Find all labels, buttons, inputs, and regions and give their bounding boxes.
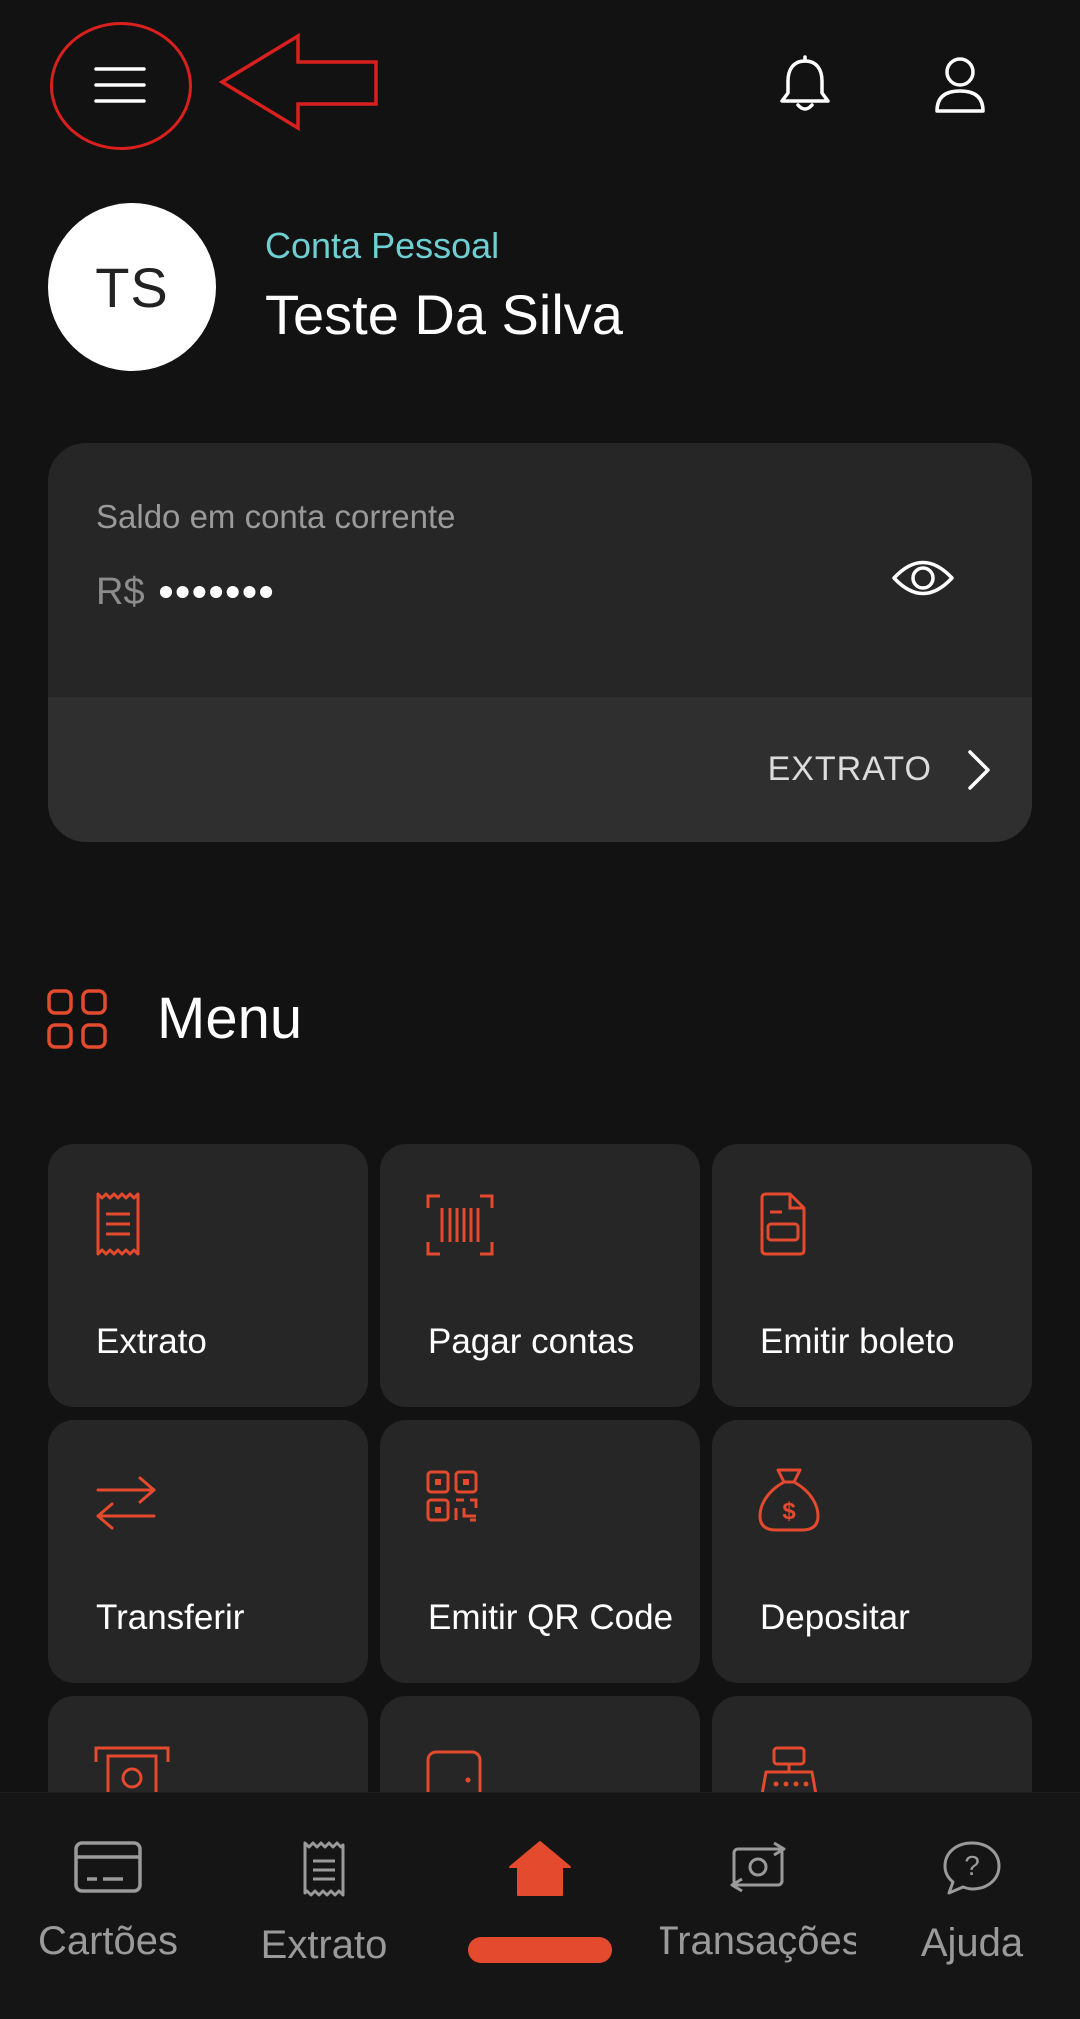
eye-icon <box>892 560 954 596</box>
menu-tile-emitir-boleto[interactable]: Emitir boleto <box>712 1144 1032 1407</box>
menu-tile-label: Extrato <box>96 1322 207 1361</box>
user-icon <box>935 57 985 113</box>
menu-tile-depositar[interactable]: $ Depositar <box>712 1420 1032 1683</box>
profile-button[interactable] <box>925 50 995 120</box>
annotation-arrow-icon <box>218 32 378 132</box>
receipt-icon <box>96 1192 140 1256</box>
extrato-link-row[interactable]: EXTRATO <box>48 697 1032 842</box>
avatar[interactable]: TS <box>48 203 216 371</box>
currency-symbol: R$ <box>96 570 145 613</box>
menu-tile-label: Emitir boleto <box>760 1322 955 1361</box>
menu-tile-label: Transferir <box>96 1598 245 1637</box>
nav-item-cartoes[interactable]: Cartões <box>28 1793 188 2019</box>
masked-balance: ••••••• <box>158 568 276 615</box>
menu-tile-transferir[interactable]: Transferir <box>48 1420 368 1683</box>
nav-label: Extrato <box>260 1923 388 1967</box>
grid-menu-icon <box>47 989 107 1049</box>
menu-tile-label: Depositar <box>760 1598 910 1637</box>
bell-icon <box>780 55 830 111</box>
toggle-balance-visibility-button[interactable] <box>878 543 968 613</box>
hamburger-menu-button[interactable] <box>70 50 170 120</box>
notifications-button[interactable] <box>770 50 840 120</box>
card-icon <box>74 1841 142 1893</box>
menu-tile-emitir-qr-code[interactable]: Emitir QR Code <box>380 1420 700 1683</box>
nav-item-transacoes[interactable]: Transações <box>660 1793 856 2019</box>
home-icon <box>509 1841 571 1896</box>
exchange-money-icon <box>730 1841 786 1893</box>
nav-label: Ajuda <box>920 1921 1024 1965</box>
active-tab-indicator <box>468 1937 612 1963</box>
nav-label: Cartões <box>37 1919 179 1963</box>
menu-title: Menu <box>157 986 303 1051</box>
menu-tile-label: Pagar contas <box>428 1322 635 1361</box>
menu-tile-pagar-contas[interactable]: Pagar contas <box>380 1144 700 1407</box>
menu-tile-label: Emitir QR Code <box>428 1598 674 1637</box>
nav-item-ajuda[interactable]: ? Ajuda <box>900 1793 1044 2019</box>
barcode-scan-icon <box>426 1194 494 1256</box>
receipt-icon <box>303 1841 345 1897</box>
nav-label: Transações <box>660 1919 856 1963</box>
menu-tile-extrato[interactable]: Extrato <box>48 1144 368 1407</box>
help-chat-icon: ? <box>943 1841 1001 1895</box>
extrato-link[interactable]: EXTRATO <box>768 750 932 789</box>
balance-label: Saldo em conta corrente <box>96 498 456 535</box>
account-holder-name: Teste Da Silva <box>265 283 623 346</box>
nav-item-home[interactable] <box>468 1793 612 2019</box>
document-icon <box>760 1192 806 1256</box>
svg-text:$: $ <box>782 1498 796 1525</box>
nav-item-extrato[interactable]: Extrato <box>244 1793 404 2019</box>
money-bag-icon: $ <box>758 1468 820 1532</box>
balance-card: Saldo em conta corrente R$ ••••••• EXTRA… <box>48 443 1032 842</box>
qr-code-icon <box>426 1470 478 1522</box>
account-type-label: Conta Pessoal <box>265 225 500 266</box>
hamburger-menu-icon <box>94 67 146 103</box>
svg-text:?: ? <box>964 1850 980 1881</box>
chevron-right-icon <box>968 749 990 790</box>
transfer-arrows-icon <box>96 1476 156 1530</box>
balance-value: R$ ••••••• <box>96 568 276 616</box>
bottom-navigation: Cartões Extrato Transações ? Ajuda <box>0 1792 1080 2019</box>
